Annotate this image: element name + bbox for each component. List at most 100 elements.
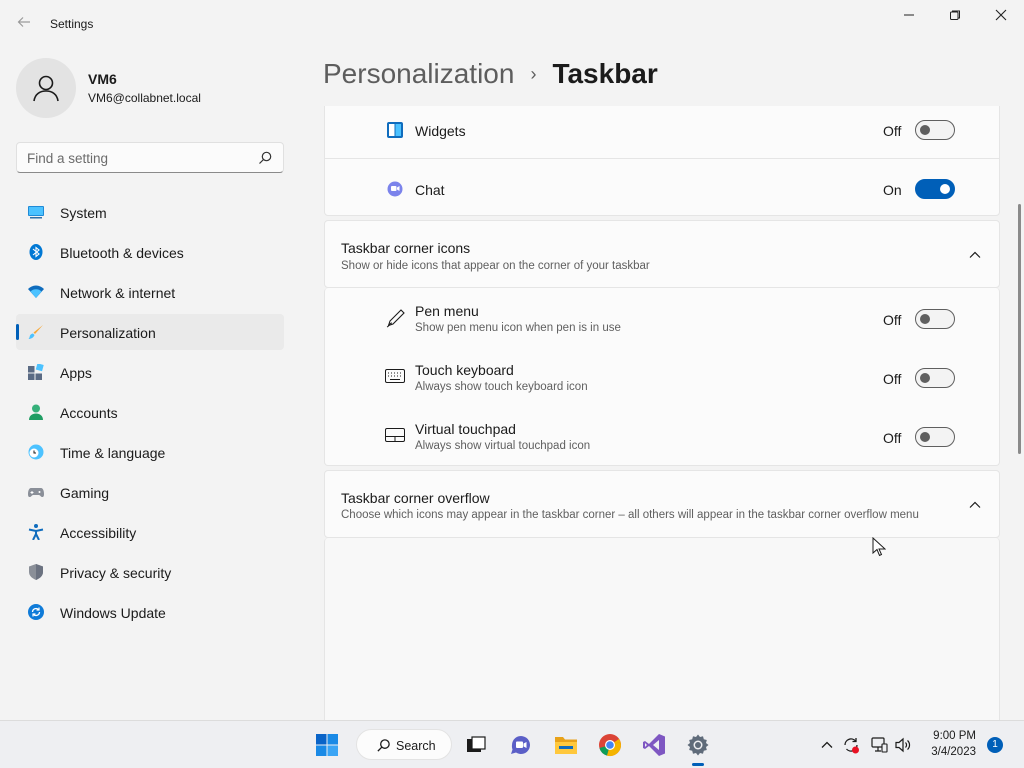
virtual-touchpad-state: Off	[883, 430, 902, 446]
shield-icon	[29, 564, 43, 580]
sidebar-item-accessibility[interactable]: Accessibility	[16, 514, 284, 550]
user-name: VM6	[88, 71, 117, 87]
file-explorer-icon[interactable]	[554, 733, 578, 757]
corner-overflow-header[interactable]: Taskbar corner overflow Choose which ico…	[324, 470, 1000, 538]
windows-taskbar: Search 9:00 PM 3/4/2023 1	[0, 720, 1024, 768]
sidebar-item-accounts[interactable]: Accounts	[16, 394, 284, 430]
teams-chat-icon[interactable]	[509, 733, 533, 757]
divider	[325, 158, 1000, 159]
restore-icon	[950, 10, 960, 20]
minimize-button[interactable]	[886, 4, 932, 28]
refresh-icon	[28, 604, 44, 620]
sidebar-item-label: Time & language	[60, 445, 166, 461]
chat-icon	[387, 181, 403, 197]
minimize-icon	[904, 14, 914, 16]
virtual-touchpad-label: Virtual touchpad	[415, 421, 516, 437]
corner-overflow-list	[324, 538, 1000, 720]
active-app-indicator	[692, 763, 704, 766]
sidebar-item-network[interactable]: Network & internet	[16, 274, 284, 310]
volume-icon[interactable]	[894, 736, 912, 754]
clock-time[interactable]: 9:00 PM	[918, 730, 976, 742]
sidebar-item-label: Accounts	[60, 405, 118, 421]
breadcrumb: Personalization › Taskbar	[323, 58, 658, 90]
bluetooth-icon	[29, 244, 43, 260]
breadcrumb-parent[interactable]: Personalization	[323, 58, 514, 90]
apps-icon	[28, 364, 44, 380]
windows-start-icon[interactable]	[315, 733, 339, 757]
sidebar-item-privacy[interactable]: Privacy & security	[16, 554, 284, 590]
user-email: VM6@collabnet.local	[88, 91, 201, 105]
sidebar-item-personalization[interactable]: Personalization	[16, 314, 284, 350]
pen-menu-desc: Show pen menu icon when pen is in use	[415, 322, 621, 334]
widgets-state: Off	[883, 123, 902, 139]
sidebar-item-label: Accessibility	[60, 525, 137, 541]
chrome-icon[interactable]	[598, 733, 622, 757]
widgets-toggle[interactable]	[915, 120, 955, 140]
touch-keyboard-state: Off	[883, 371, 902, 387]
clock-date[interactable]: 3/4/2023	[918, 746, 976, 758]
close-icon	[995, 9, 1007, 21]
sync-status-icon[interactable]	[842, 736, 860, 754]
monitor-icon	[28, 206, 44, 219]
corner-icons-header[interactable]: Taskbar corner icons Show or hide icons …	[324, 220, 1000, 288]
window-title: Settings	[50, 17, 94, 31]
accessibility-icon	[28, 524, 44, 540]
pen-menu-state: Off	[883, 312, 902, 328]
touch-keyboard-label: Touch keyboard	[415, 362, 514, 378]
touchpad-icon	[385, 428, 405, 442]
chevron-up-icon[interactable]	[967, 247, 983, 263]
scrollbar-thumb[interactable]	[1018, 204, 1021, 454]
breadcrumb-separator-icon: ›	[530, 63, 537, 84]
sidebar-item-gaming[interactable]: Gaming	[16, 474, 284, 510]
person-avatar-icon	[33, 75, 59, 102]
close-button[interactable]	[978, 4, 1024, 28]
corner-overflow-subtitle: Choose which icons may appear in the tas…	[341, 509, 919, 521]
paintbrush-icon	[28, 325, 43, 339]
taskbar-search-label: Search	[396, 739, 436, 753]
search-input[interactable]: Find a setting	[16, 142, 284, 173]
gamepad-icon	[28, 488, 44, 497]
sidebar-item-label: Privacy & security	[60, 565, 172, 581]
touch-keyboard-desc: Always show touch keyboard icon	[415, 381, 588, 393]
avatar[interactable]	[16, 58, 76, 118]
taskbar-items-card: Widgets Off Chat On	[324, 106, 1000, 216]
sidebar-item-label: Personalization	[60, 325, 156, 341]
sidebar-item-label: System	[60, 205, 107, 221]
sidebar-item-label: Network & internet	[60, 285, 176, 301]
chat-toggle[interactable]	[915, 179, 955, 199]
keyboard-icon	[385, 369, 405, 383]
virtual-touchpad-toggle[interactable]	[915, 427, 955, 447]
task-view-icon[interactable]	[464, 733, 488, 757]
sidebar-item-system[interactable]: System	[16, 194, 284, 230]
touch-keyboard-toggle[interactable]	[915, 368, 955, 388]
virtual-touchpad-desc: Always show virtual touchpad icon	[415, 440, 591, 452]
sidebar-item-label: Bluetooth & devices	[60, 245, 184, 261]
sidebar-item-time-language[interactable]: Time & language	[16, 434, 284, 470]
search-icon	[377, 739, 390, 752]
search-icon[interactable]	[257, 150, 273, 166]
title-bar: Settings	[0, 0, 1024, 48]
search-placeholder: Find a setting	[27, 151, 109, 166]
page-title: Taskbar	[552, 58, 658, 89]
settings-gear-icon[interactable]	[686, 733, 710, 757]
corner-icons-list: Pen menu Show pen menu icon when pen is …	[324, 288, 1000, 466]
chat-state: On	[883, 182, 902, 198]
chevron-up-icon[interactable]	[820, 738, 834, 752]
sidebar-item-bluetooth[interactable]: Bluetooth & devices	[16, 234, 284, 270]
pen-menu-toggle[interactable]	[915, 309, 955, 329]
restore-button[interactable]	[932, 4, 978, 28]
back-arrow-icon[interactable]	[14, 14, 34, 34]
sidebar-item-apps[interactable]: Apps	[16, 354, 284, 390]
sidebar-item-windows-update[interactable]: Windows Update	[16, 594, 284, 630]
taskbar-search-button[interactable]: Search	[356, 729, 452, 760]
pen-menu-label: Pen menu	[415, 303, 479, 319]
person-icon	[29, 404, 43, 420]
widgets-icon	[387, 122, 403, 138]
chat-label: Chat	[415, 182, 445, 198]
chevron-up-icon[interactable]	[967, 497, 983, 513]
mouse-cursor-icon	[872, 537, 886, 557]
corner-icons-title: Taskbar corner icons	[341, 240, 471, 256]
visual-studio-icon[interactable]	[642, 733, 666, 757]
notification-badge[interactable]: 1	[987, 737, 1003, 753]
network-ethernet-icon[interactable]	[870, 736, 888, 754]
